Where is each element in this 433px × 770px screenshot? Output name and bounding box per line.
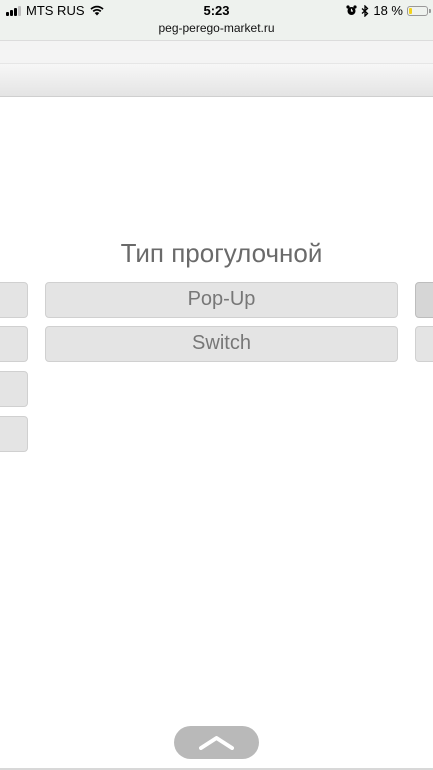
battery-level [409,7,412,14]
browser-screen: MTS RUS 5:23 peg-perego-market.ru 18 % Т… [0,0,433,770]
battery-percent: 18 % [373,3,403,18]
status-bar: MTS RUS 5:23 peg-perego-market.ru 18 % [0,0,433,41]
filter-title: Тип прогулочной [120,238,323,268]
status-right: 18 % [346,3,431,18]
chevron-up-icon [199,736,234,750]
battery-icon [407,5,431,16]
prev-filter-option-button[interactable] [0,371,28,407]
prev-filter-option-button[interactable] [0,416,28,452]
prev-filter-option-button[interactable] [0,326,28,362]
site-header-bar [0,64,433,97]
next-filter-option-button[interactable] [415,282,433,318]
bluetooth-icon [361,4,369,17]
scroll-top-button[interactable] [174,726,259,759]
browser-toolbar [0,41,433,64]
option-switch-button[interactable]: Switch [45,326,398,362]
prev-filter-option-button[interactable] [0,282,28,318]
alarm-icon [346,5,357,15]
next-filter-option-button[interactable] [415,326,433,362]
option-pop-up-button[interactable]: Pop-Up [45,282,398,318]
address-url[interactable]: peg-perego-market.ru [0,21,433,35]
